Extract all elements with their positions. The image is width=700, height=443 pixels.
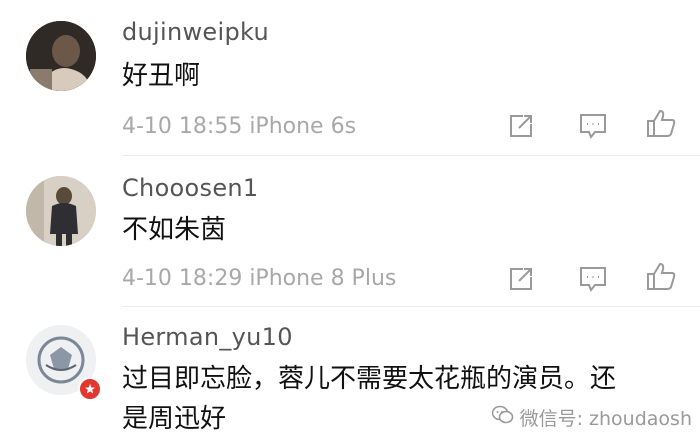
comment-meta: 4-10 18:55 iPhone 6s <box>122 114 357 139</box>
comment-text-line-2: 是周迅好 <box>122 404 227 434</box>
comment-text-line-1: 过目即忘脸，蓉儿不需要太花瓶的演员。还 <box>122 364 617 394</box>
comment-icon <box>580 267 606 292</box>
comment-meta: 4-10 18:29 iPhone 8 Plus <box>122 266 397 291</box>
share-icon <box>510 115 532 137</box>
wechat-icon <box>491 405 514 430</box>
share-button[interactable] <box>504 109 538 143</box>
comment-item: dujinweipku 好丑啊 4-10 18:55 iPhone 6s <box>0 0 700 155</box>
watermark-text: 微信号: zhoudaosh <box>519 408 692 430</box>
share-icon <box>510 268 532 290</box>
comment-button[interactable] <box>576 262 610 296</box>
username[interactable]: dujinweipku <box>122 18 269 46</box>
avatar[interactable] <box>26 176 96 246</box>
like-button[interactable] <box>644 106 678 140</box>
like-icon <box>647 109 676 137</box>
avatar-image <box>26 176 96 246</box>
comment-button[interactable] <box>576 109 610 143</box>
like-icon <box>647 262 676 290</box>
comment-text: 好丑啊 <box>122 61 201 91</box>
comment-text: 不如朱茵 <box>122 215 227 245</box>
username[interactable]: Herman_yu10 <box>122 323 293 351</box>
watermark: 微信号: zhoudaosh <box>491 404 692 431</box>
comment-icon <box>580 114 606 139</box>
like-button[interactable] <box>644 259 678 293</box>
comment-item: Chooosen1 不如朱茵 4-10 18:29 iPhone 8 Plus <box>0 156 700 306</box>
verified-badge-icon <box>78 377 102 401</box>
avatar[interactable] <box>26 21 96 91</box>
share-button[interactable] <box>504 262 538 296</box>
username[interactable]: Chooosen1 <box>122 174 258 202</box>
avatar-image <box>26 21 96 91</box>
